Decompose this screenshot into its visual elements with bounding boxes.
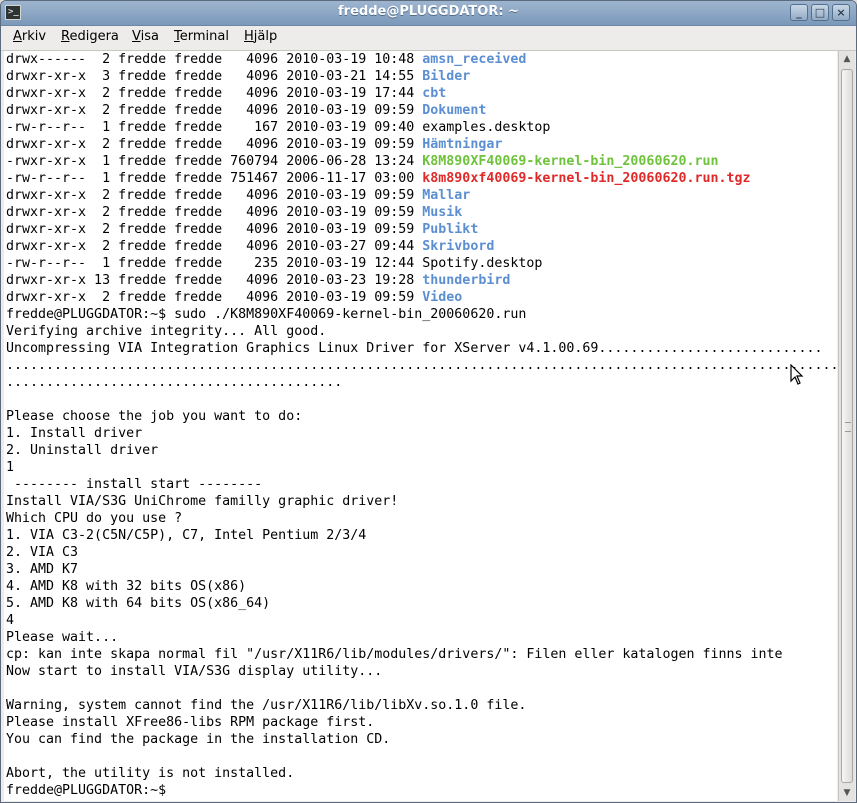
listing-filename: examples.desktop <box>422 120 551 135</box>
listing-meta: drwxr-xr-x 2 fredde fredde 4096 2010-03-… <box>6 137 423 152</box>
output-line: Verifying archive integrity... All good. <box>6 324 327 339</box>
output-line: 1. VIA C3-2(C5N/C5P), C7, Intel Pentium … <box>6 528 367 543</box>
scroll-up-arrow-icon[interactable]: ▲ <box>839 51 855 67</box>
listing-row: -rw-r--r-- 1 fredde fredde 751467 2006-1… <box>6 170 751 187</box>
output-line: 4 <box>6 613 15 628</box>
menu-visa[interactable]: Visa <box>132 29 159 44</box>
output-line: Please wait... <box>6 630 119 645</box>
output-line: 4. AMD K8 with 32 bits OS(x86) <box>6 579 247 594</box>
minimize-button[interactable]: _ <box>790 4 808 21</box>
output-line: You can find the package in the installa… <box>6 732 391 747</box>
listing-filename: Mallar <box>422 188 471 203</box>
listing-filename: Video <box>422 290 463 305</box>
menu-bar: Arkiv Redigera Visa Terminal Hjälp <box>1 26 856 51</box>
listing-meta: drwx------ 2 fredde fredde 4096 2010-03-… <box>6 52 423 67</box>
listing-row: drwx------ 2 fredde fredde 4096 2010-03-… <box>6 51 526 68</box>
listing-row: -rwxr-xr-x 1 fredde fredde 760794 2006-0… <box>6 153 718 170</box>
output-line: Install VIA/S3G UniChrome familly graphi… <box>6 494 399 509</box>
listing-meta: drwxr-xr-x 2 fredde fredde 4096 2010-03-… <box>6 205 423 220</box>
listing-filename: cbt <box>422 86 447 101</box>
listing-meta: drwxr-xr-x 2 fredde fredde 4096 2010-03-… <box>6 103 423 118</box>
listing-meta: drwxr-xr-x 3 fredde fredde 4096 2010-03-… <box>6 69 423 84</box>
scrollbar-thumb[interactable] <box>841 69 853 783</box>
output-line: Please choose the job you want to do: <box>6 409 303 424</box>
listing-meta: drwxr-xr-x 2 fredde fredde 4096 2010-03-… <box>6 239 423 254</box>
listing-meta: -rw-r--r-- 1 fredde fredde 167 2010-03-1… <box>6 120 423 135</box>
output-line: Warning, system cannot find the /usr/X11… <box>6 698 527 713</box>
title-bar[interactable]: >_ fredde@PLUGGDATOR: ~ _ □ × <box>1 1 856 26</box>
listing-meta: -rw-r--r-- 1 fredde fredde 235 2010-03-1… <box>6 256 423 271</box>
listing-filename: Skrivbord <box>422 239 495 254</box>
listing-row: drwxr-xr-x 2 fredde fredde 4096 2010-03-… <box>6 238 494 255</box>
listing-filename: K8M890XF40069-kernel-bin_20060620.run <box>422 154 719 169</box>
listing-filename: Musik <box>422 205 463 220</box>
listing-row: drwxr-xr-x 2 fredde fredde 4096 2010-03-… <box>6 204 462 221</box>
output-line: Please install XFree86-libs RPM package … <box>6 715 375 730</box>
output-line: Uncompressing VIA Integration Graphics L… <box>6 341 823 356</box>
menu-hjalp[interactable]: Hjälp <box>244 29 277 44</box>
output-line: Which CPU do you use ? <box>6 511 183 526</box>
vertical-scrollbar[interactable]: ▲ ▼ <box>838 51 855 801</box>
listing-filename: thunderbird <box>422 273 511 288</box>
listing-meta: drwxr-xr-x 2 fredde fredde 4096 2010-03-… <box>6 188 423 203</box>
listing-row: drwxr-xr-x 2 fredde fredde 4096 2010-03-… <box>6 187 470 204</box>
output-line: 5. AMD K8 with 64 bits OS(x86_64) <box>6 596 271 611</box>
listing-row: drwxr-xr-x 2 fredde fredde 4096 2010-03-… <box>6 289 462 306</box>
menu-redigera[interactable]: Redigera <box>61 29 119 44</box>
listing-filename: k8m890xf40069-kernel-bin_20060620.run.tg… <box>422 171 751 186</box>
listing-meta: -rw-r--r-- 1 fredde fredde 751467 2006-1… <box>6 171 423 186</box>
listing-meta: drwxr-xr-x 2 fredde fredde 4096 2010-03-… <box>6 222 423 237</box>
output-line: 1 <box>6 460 15 475</box>
listing-filename: Spotify.desktop <box>422 256 543 271</box>
close-button[interactable]: × <box>832 4 850 21</box>
listing-filename: Bilder <box>422 69 471 84</box>
output-line: -------- install start -------- <box>6 477 263 492</box>
output-line: 2. Uninstall driver <box>6 443 159 458</box>
listing-meta: drwxr-xr-x 2 fredde fredde 4096 2010-03-… <box>6 290 423 305</box>
listing-row: -rw-r--r-- 1 fredde fredde 235 2010-03-1… <box>6 255 542 272</box>
listing-row: drwxr-xr-x 2 fredde fredde 4096 2010-03-… <box>6 221 478 238</box>
terminal-output[interactable]: drwx------ 2 fredde fredde 4096 2010-03-… <box>4 51 837 801</box>
output-line: fredde@PLUGGDATOR:~$ sudo ./K8M890XF4006… <box>6 307 527 322</box>
listing-row: drwxr-xr-x 3 fredde fredde 4096 2010-03-… <box>6 68 470 85</box>
scroll-down-arrow-icon[interactable]: ▼ <box>839 785 855 801</box>
listing-row: -rw-r--r-- 1 fredde fredde 167 2010-03-1… <box>6 119 550 136</box>
output-line: Abort, the utility is not installed. <box>6 766 295 781</box>
output-line: 1. Install driver <box>6 426 143 441</box>
output-line: 3. AMD K7 <box>6 562 79 577</box>
listing-row: drwxr-xr-x 2 fredde fredde 4096 2010-03-… <box>6 85 446 102</box>
listing-filename: Dokument <box>422 103 487 118</box>
listing-row: drwxr-xr-x 13 fredde fredde 4096 2010-03… <box>6 272 510 289</box>
listing-meta: drwxr-xr-x 2 fredde fredde 4096 2010-03-… <box>6 86 423 101</box>
mouse-pointer-icon <box>790 364 804 385</box>
output-line: Now start to install VIA/S3G display uti… <box>6 664 383 679</box>
listing-row: drwxr-xr-x 2 fredde fredde 4096 2010-03-… <box>6 102 486 119</box>
scrollbar-grip-icon <box>845 422 851 432</box>
output-line: cp: kan inte skapa normal fil "/usr/X11R… <box>6 647 783 662</box>
maximize-button[interactable]: □ <box>811 4 829 21</box>
output-line: ........................................… <box>6 375 343 390</box>
listing-filename: amsn_received <box>422 52 527 67</box>
output-line: fredde@PLUGGDATOR:~$ <box>6 783 175 798</box>
listing-meta: -rwxr-xr-x 1 fredde fredde 760794 2006-0… <box>6 154 423 169</box>
menu-arkiv[interactable]: Arkiv <box>13 29 46 44</box>
output-line: 2. VIA C3 <box>6 545 79 560</box>
window-title: fredde@PLUGGDATOR: ~ <box>338 4 519 19</box>
listing-meta: drwxr-xr-x 13 fredde fredde 4096 2010-03… <box>6 273 423 288</box>
listing-filename: Publikt <box>422 222 479 237</box>
terminal-window: >_ fredde@PLUGGDATOR: ~ _ □ × Arkiv Redi… <box>0 0 857 803</box>
listing-filename: Hämtningar <box>422 137 503 152</box>
menu-terminal[interactable]: Terminal <box>174 29 229 44</box>
listing-row: drwxr-xr-x 2 fredde fredde 4096 2010-03-… <box>6 136 502 153</box>
output-line: ........................................… <box>6 358 837 373</box>
